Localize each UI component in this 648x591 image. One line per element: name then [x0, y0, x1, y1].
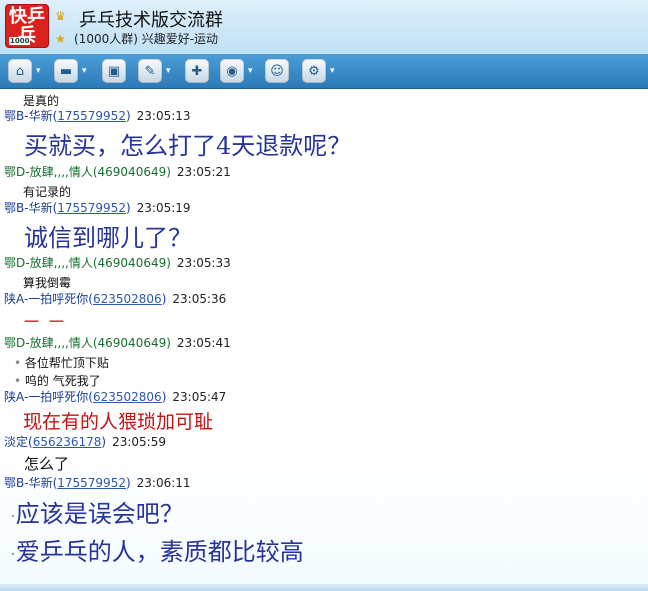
user-id-link[interactable]: 175579952	[57, 476, 126, 490]
user-id: 469040649	[97, 165, 167, 179]
message-text: 诚信到哪儿了？	[24, 224, 192, 252]
message-time: 23:05:33	[176, 256, 231, 270]
folder-icon: ▬	[54, 59, 78, 83]
camera-button[interactable]: ◉ ▾	[220, 58, 253, 84]
group-subtitle: (1000人群) 兴趣爱好-运动	[74, 32, 219, 46]
chat-history: 是真的 鄂B-华新(175579952) 23:05:13 买就买，怎么打了4天退…	[0, 89, 648, 584]
user-id-link[interactable]: 656236178	[33, 435, 102, 449]
message-time: 23:05:47	[172, 390, 227, 404]
message-header: 淡定(656236178) 23:05:59	[4, 435, 166, 449]
user-id-link[interactable]: 175579952	[57, 201, 126, 215]
gear-icon: ⚙	[302, 59, 326, 83]
dropdown-icon: ▾	[166, 66, 171, 76]
note-add-button[interactable]: ✚	[185, 58, 209, 84]
message-time: 23:05:59	[112, 435, 166, 449]
talk-button[interactable]: ✎ ▾	[138, 58, 171, 84]
album-icon: ▣	[102, 59, 126, 83]
message-header: 鄂B-华新(175579952) 23:05:19	[4, 201, 191, 215]
message-header: 鄂D-放肆,,,,情人(469040649) 23:05:21	[4, 165, 231, 179]
message-header: 鄂D-放肆,,,,情人(469040649) 23:05:41	[4, 336, 231, 350]
message-text: 买就买，怎么打了4天退款呢？	[24, 132, 352, 160]
message-text: 怎么了	[24, 455, 70, 473]
message-time: 23:05:41	[176, 336, 231, 350]
settings-button[interactable]: ⚙ ▾	[302, 58, 335, 84]
message-text: ·应该是误会吧？	[10, 500, 184, 528]
title-bar: 快乒乓 1000 ♛ 乒乓技术版交流群 ★ (1000人群) 兴趣爱好-运动	[0, 0, 648, 54]
user-id-link[interactable]: 175579952	[57, 109, 126, 123]
user-id: 469040649	[97, 256, 167, 270]
dropdown-icon: ▾	[82, 66, 87, 76]
message-header: 鄂D-放肆,,,,情人(469040649) 23:05:33	[4, 256, 231, 270]
user-id: 469040649	[97, 336, 167, 350]
group-logo: 快乒乓 1000	[6, 5, 48, 47]
logo-badge: 1000	[9, 37, 31, 45]
home-icon: ⌂	[8, 59, 32, 83]
message-header: 陕A-一拍呼死你(623502806) 23:05:47	[4, 390, 227, 404]
message-text: 现在有的人猥琐加可耻	[23, 411, 214, 433]
message-text: ·爱乒乓的人，素质都比较高	[10, 538, 304, 566]
user-id-link[interactable]: 623502806	[93, 292, 162, 306]
talk-icon: ✎	[138, 59, 162, 83]
folder-button[interactable]: ▬ ▾	[54, 58, 87, 84]
dropdown-icon: ▾	[36, 66, 41, 76]
message-time: 23:06:11	[136, 476, 191, 490]
message-time: 23:05:21	[176, 165, 231, 179]
message-time: 23:05:13	[136, 109, 191, 123]
dropdown-icon: ▾	[248, 66, 253, 76]
message-text: 算我倒霉	[23, 276, 72, 290]
home-button[interactable]: ⌂ ▾	[8, 58, 41, 84]
group-title: 乒乓技术版交流群	[79, 10, 223, 31]
message-time: 23:05:19	[136, 201, 191, 215]
crown-icon: ♛	[55, 9, 66, 23]
message-header: 鄂B-华新(175579952) 23:06:11	[4, 476, 191, 490]
user-icon: ☺	[265, 59, 289, 83]
message-text: 有记录的	[23, 185, 72, 199]
star-icon: ★	[55, 32, 66, 46]
message-text: • 各位帮忙顶下贴	[14, 356, 109, 370]
bottom-border	[0, 584, 648, 591]
message-text: － －	[22, 311, 67, 333]
user-button[interactable]: ☺	[265, 58, 289, 84]
message-time: 23:05:36	[172, 292, 227, 306]
album-button[interactable]: ▣	[102, 58, 126, 84]
toolbar: ⌂ ▾ ▬ ▾ ▣ ✎ ▾ ✚ ◉ ▾ ☺ ⚙ ▾	[0, 54, 648, 89]
camera-icon: ◉	[220, 59, 244, 83]
message-text: • 呜的 气死我了	[14, 374, 101, 388]
message-text: 是真的	[23, 94, 60, 108]
message-header: 陕A-一拍呼死你(623502806) 23:05:36	[4, 292, 227, 306]
dropdown-icon: ▾	[330, 66, 335, 76]
message-header: 鄂B-华新(175579952) 23:05:13	[4, 109, 191, 123]
note-add-icon: ✚	[185, 59, 209, 83]
user-id-link[interactable]: 623502806	[93, 390, 162, 404]
